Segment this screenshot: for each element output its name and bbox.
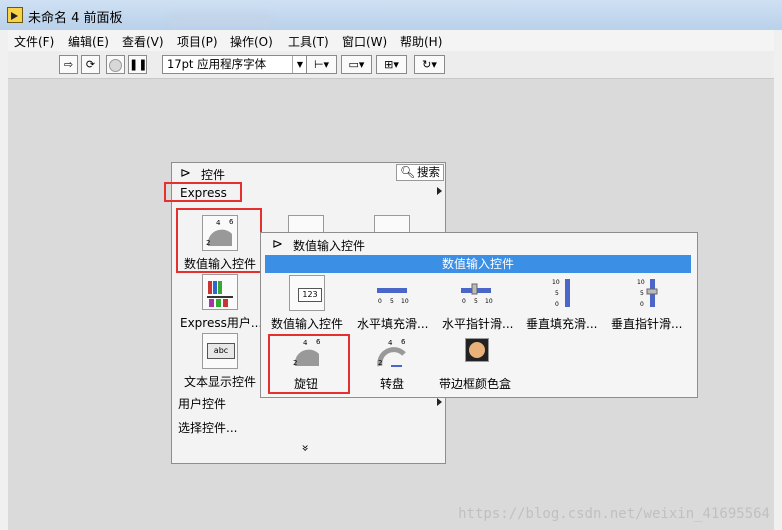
run-continuous-icon[interactable]: ⟳ xyxy=(81,55,100,74)
item-text-display[interactable]: 文本显示控件 xyxy=(184,373,256,390)
svg-text:10: 10 xyxy=(401,298,409,305)
search-label: 搜索 xyxy=(417,165,440,179)
submenu-bar: 数值输入控件 xyxy=(265,255,691,273)
dial-icon[interactable]: 2 46 xyxy=(374,335,410,371)
menu-project[interactable]: 项目(P) xyxy=(177,33,218,50)
align-icon[interactable]: ⊢▾ xyxy=(306,55,337,74)
row-select-control[interactable]: 选择控件... xyxy=(178,419,237,436)
labview-icon xyxy=(7,7,23,23)
highlight-numeric xyxy=(176,208,262,273)
resize-icon[interactable]: ⊞▾ xyxy=(376,55,407,74)
svg-text:5: 5 xyxy=(474,298,478,305)
pause-icon[interactable]: ❚❚ xyxy=(128,55,147,74)
item-express-user[interactable]: Express用户... xyxy=(180,314,262,331)
svg-text:6: 6 xyxy=(401,338,406,346)
sub-framed-color-box[interactable]: 带边框颜色盒 xyxy=(439,375,511,392)
color-box-icon[interactable] xyxy=(465,338,489,362)
svg-text:5: 5 xyxy=(390,298,394,305)
title-bar: 未命名 4 前面板 xyxy=(0,0,782,30)
chevron-right-icon xyxy=(437,398,442,406)
palette-title: 控件 xyxy=(201,168,226,182)
books-icon[interactable] xyxy=(202,274,238,310)
svg-text:0: 0 xyxy=(555,301,559,308)
svg-text:5: 5 xyxy=(640,290,644,297)
title-blur xyxy=(170,14,270,26)
reorder-icon[interactable]: ↻▾ xyxy=(414,55,445,74)
svg-text:10: 10 xyxy=(637,279,645,286)
watermark: https://blog.csdn.net/weixin_41695564 xyxy=(458,506,770,522)
font-select-value: 17pt 应用程序字体 xyxy=(167,57,267,71)
sub-h-fill-slide[interactable]: 水平填充滑... xyxy=(357,315,428,332)
v-pointer-slide-icon[interactable]: 10 5 0 xyxy=(628,275,664,311)
h-pointer-slide-icon[interactable]: 0 5 10 xyxy=(458,275,494,311)
pin-icon[interactable]: ⊳ xyxy=(180,166,191,181)
sub-v-fill-slide[interactable]: 垂直填充滑... xyxy=(526,315,597,332)
window-title: 未命名 4 前面板 xyxy=(28,11,123,26)
distribute-icon[interactable]: ▭▾ xyxy=(341,55,372,74)
menu-edit[interactable]: 编辑(E) xyxy=(68,33,109,50)
highlight-knob xyxy=(268,334,350,394)
menu-help[interactable]: 帮助(H) xyxy=(400,33,442,50)
svg-text:2: 2 xyxy=(378,359,382,367)
abort-icon[interactable] xyxy=(106,55,125,74)
submenu-title: 数值输入控件 xyxy=(293,239,366,253)
chevron-down-icon: ▼ xyxy=(292,56,307,73)
sub-dial[interactable]: 转盘 xyxy=(380,375,404,392)
font-select[interactable]: 17pt 应用程序字体 ▼ xyxy=(162,55,308,74)
toolbar: ⇨ ⟳ ❚❚ 17pt 应用程序字体 ▼ ⊢▾ ▭▾ ⊞▾ ↻▾ xyxy=(8,51,774,79)
pin-icon[interactable]: ⊳ xyxy=(272,237,283,252)
svg-text:0: 0 xyxy=(640,301,644,308)
menu-bar: 文件(F) 编辑(E) 查看(V) 项目(P) 操作(O) 工具(T) 窗口(W… xyxy=(8,30,774,51)
search-button[interactable]: 🔍︎ 搜索 xyxy=(396,164,444,181)
more-chevron-icon[interactable]: » xyxy=(299,444,313,451)
highlight-express xyxy=(164,182,242,202)
menu-operate[interactable]: 操作(O) xyxy=(230,33,273,50)
svg-text:10: 10 xyxy=(552,279,560,286)
row-user-controls[interactable]: 用户控件 xyxy=(178,395,226,412)
svg-text:0: 0 xyxy=(378,298,382,305)
text-display-icon[interactable]: abc xyxy=(202,333,238,369)
svg-text:4: 4 xyxy=(388,339,393,347)
menu-window[interactable]: 窗口(W) xyxy=(342,33,387,50)
sub-h-pointer-slide[interactable]: 水平指针滑... xyxy=(442,315,513,332)
menu-view[interactable]: 查看(V) xyxy=(122,33,164,50)
sub-v-pointer-slide[interactable]: 垂直指针滑... xyxy=(611,315,682,332)
svg-text:10: 10 xyxy=(485,298,493,305)
chevron-right-icon xyxy=(437,187,442,195)
run-arrow-icon[interactable]: ⇨ xyxy=(59,55,78,74)
sub-numeric-control[interactable]: 数值输入控件 xyxy=(271,315,343,332)
svg-text:5: 5 xyxy=(555,290,559,297)
v-fill-slide-icon[interactable]: 10 5 0 xyxy=(543,275,579,311)
menu-tools[interactable]: 工具(T) xyxy=(288,33,329,50)
menu-file[interactable]: 文件(F) xyxy=(14,33,54,50)
h-fill-slide-icon[interactable]: 0 5 10 xyxy=(374,275,410,311)
numeric-control-icon[interactable]: 123 xyxy=(289,275,325,311)
svg-text:0: 0 xyxy=(462,298,466,305)
search-icon: 🔍︎ xyxy=(400,165,416,179)
